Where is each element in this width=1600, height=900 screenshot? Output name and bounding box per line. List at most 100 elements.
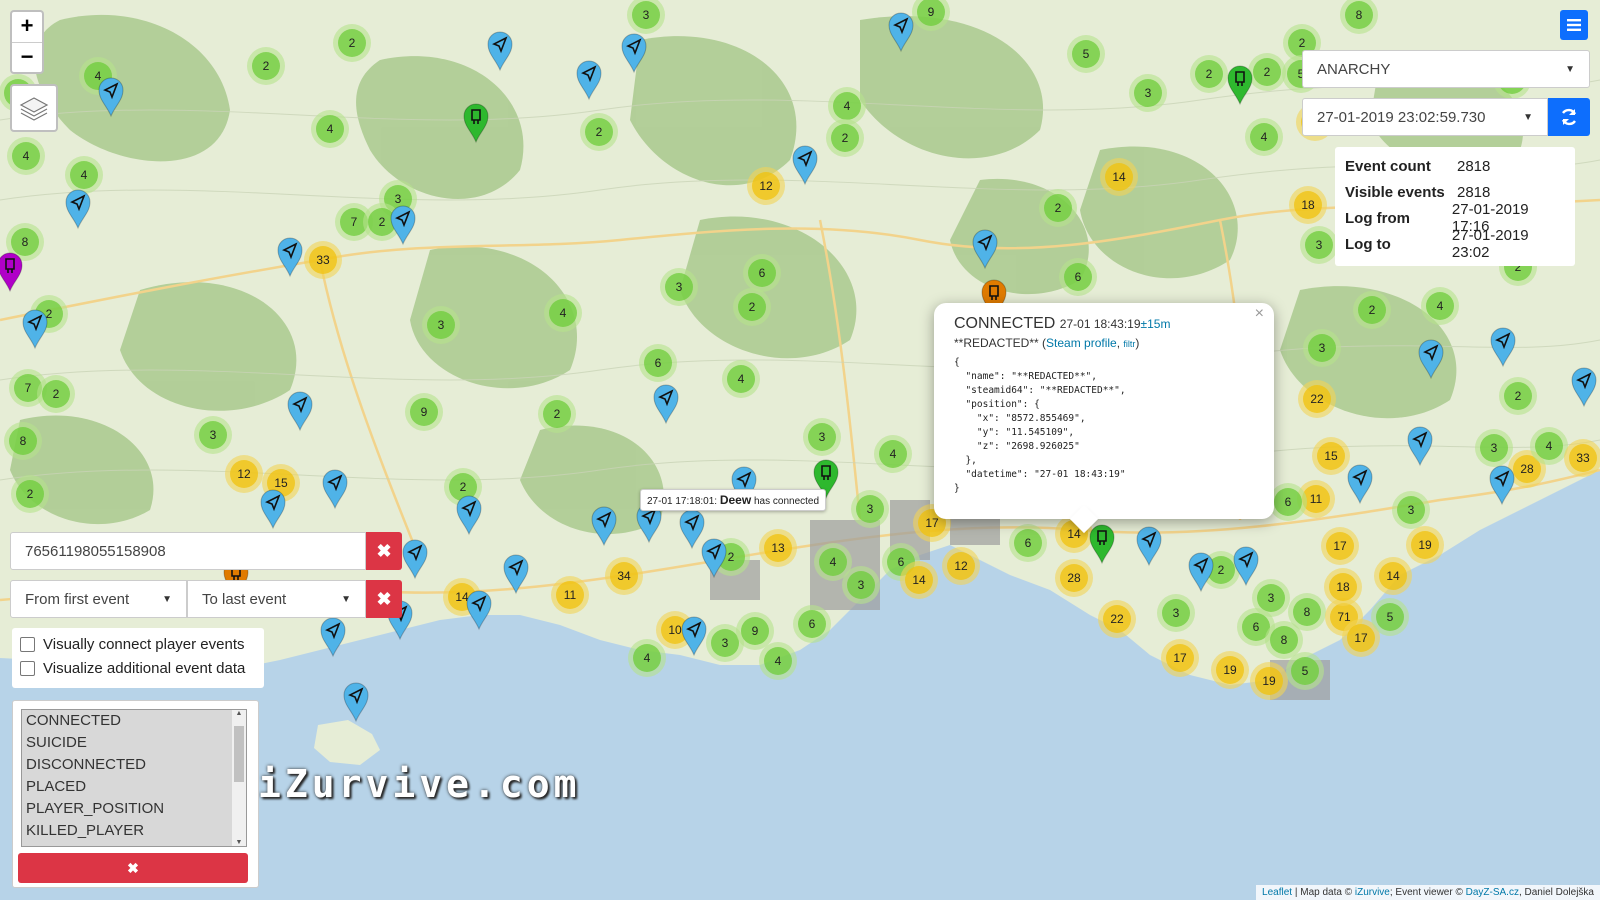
marker-cluster[interactable]: 22 [1098, 600, 1136, 638]
checkbox-box[interactable] [20, 636, 35, 652]
marker-cluster[interactable]: 4 [759, 642, 797, 680]
event-type-option[interactable]: SUICIDE [22, 732, 232, 754]
marker-cluster[interactable]: 13 [759, 529, 797, 567]
marker-cluster[interactable]: 4 [874, 435, 912, 473]
leaflet-link[interactable]: Leaflet [1262, 887, 1292, 898]
marker-cluster[interactable]: 9 [736, 612, 774, 650]
marker-cluster[interactable]: 2 [247, 47, 285, 85]
marker-cluster[interactable]: 3 [660, 268, 698, 306]
dayz-link[interactable]: DayZ-SA.cz [1466, 887, 1519, 898]
event-type-option[interactable]: KILLED_PLAYER [22, 820, 232, 842]
marker-cluster[interactable]: 28 [1055, 559, 1093, 597]
checkbox-box[interactable] [20, 660, 35, 676]
marker-cluster[interactable]: 3 [1157, 594, 1195, 632]
marker-cluster[interactable]: 4 [1245, 118, 1283, 156]
event-type-option[interactable]: PLACED [22, 776, 232, 798]
marker-cluster[interactable]: 3 [422, 306, 460, 344]
scroll-up-icon[interactable]: ▲ [232, 710, 246, 717]
steam-profile-link[interactable]: Steam profile [1046, 336, 1117, 350]
marker-cluster[interactable]: 2 [1039, 189, 1077, 227]
marker-cluster[interactable]: 6 [639, 344, 677, 382]
menu-button[interactable] [1560, 10, 1588, 40]
marker-cluster[interactable]: 3 [1303, 329, 1341, 367]
additional-data-checkbox[interactable]: Visualize additional event data [18, 656, 258, 680]
marker-cluster[interactable]: 2 [11, 475, 49, 513]
marker-cluster[interactable]: 2 [333, 24, 371, 62]
marker-cluster[interactable]: 3 [803, 418, 841, 456]
popup-close-button[interactable]: × [1255, 305, 1264, 323]
marker-cluster[interactable]: 17 [1321, 527, 1359, 565]
marker-cluster[interactable]: 6 [1009, 524, 1047, 562]
marker-cluster[interactable]: 8 [1288, 593, 1326, 631]
popup-offset-link[interactable]: ±15m [1141, 317, 1171, 331]
marker-cluster[interactable]: 5 [1371, 598, 1409, 636]
server-select[interactable]: ANARCHY ▼ [1302, 50, 1590, 88]
player-id-input[interactable]: 76561198055158908 [10, 532, 366, 570]
marker-cluster[interactable]: 4 [544, 294, 582, 332]
marker-cluster[interactable]: 14 [900, 561, 938, 599]
clear-player-button[interactable]: ✖ [366, 532, 402, 570]
marker-cluster[interactable]: 2 [733, 288, 771, 326]
marker-cluster[interactable]: 2 [37, 375, 75, 413]
marker-cluster[interactable]: 11 [551, 576, 589, 614]
connect-events-checkbox[interactable]: Visually connect player events [18, 632, 258, 656]
from-event-select[interactable]: From first event ▼ [10, 580, 187, 618]
scroll-down-icon[interactable]: ▼ [232, 839, 246, 846]
izurvive-link[interactable]: iZurvive [1355, 887, 1390, 898]
marker-cluster[interactable]: 3 [1300, 226, 1338, 264]
layers-button[interactable] [10, 84, 58, 132]
marker-cluster[interactable]: 4 [628, 639, 666, 677]
event-type-option[interactable]: DISCONNECTED [22, 754, 232, 776]
marker-cluster[interactable]: 17 [1161, 639, 1199, 677]
marker-cluster[interactable]: 6 [743, 254, 781, 292]
clear-event-types-button[interactable]: ✖ [18, 853, 248, 883]
marker-cluster[interactable]: 2 [1353, 291, 1391, 329]
marker-cluster[interactable]: 19 [1250, 662, 1288, 700]
marker-cluster[interactable]: 6 [1059, 258, 1097, 296]
marker-cluster[interactable]: 5 [1286, 652, 1324, 690]
marker-cluster[interactable]: 2 [580, 113, 618, 151]
time-select[interactable]: 27-01-2019 23:02:59.730 ▼ [1302, 98, 1548, 136]
marker-cluster[interactable]: 19 [1406, 526, 1444, 564]
event-type-option[interactable]: PLAYER_POSITION [22, 798, 232, 820]
marker-cluster[interactable]: 3 [1475, 429, 1513, 467]
marker-cluster[interactable]: 4 [722, 360, 760, 398]
zoom-in-button[interactable]: + [12, 12, 42, 42]
marker-cluster[interactable]: 12 [942, 547, 980, 585]
marker-cluster[interactable]: 3 [851, 490, 889, 528]
marker-cluster[interactable]: 3 [1392, 491, 1430, 529]
clear-range-button[interactable]: ✖ [366, 580, 402, 618]
marker-cluster[interactable]: 19 [1211, 651, 1249, 689]
marker-cluster[interactable]: 14 [1374, 557, 1412, 595]
marker-cluster[interactable]: 6 [793, 605, 831, 643]
list-scrollbar[interactable]: ▲ ▼ [232, 710, 246, 846]
zoom-out-button[interactable]: − [12, 42, 42, 73]
marker-cluster[interactable]: 3 [1129, 74, 1167, 112]
marker-cluster[interactable]: 2 [538, 395, 576, 433]
to-event-select[interactable]: To last event ▼ [187, 580, 366, 618]
marker-cluster[interactable]: 3 [842, 566, 880, 604]
marker-cluster[interactable]: 4 [1421, 287, 1459, 325]
marker-cluster[interactable]: 18 [1289, 186, 1327, 224]
marker-cluster[interactable]: 14 [1100, 158, 1138, 196]
marker-cluster[interactable]: 8 [4, 422, 42, 460]
event-type-list[interactable]: CONNECTED SUICIDE DISCONNECTED PLACED PL… [21, 709, 247, 847]
marker-cluster[interactable]: 22 [1298, 380, 1336, 418]
marker-cluster[interactable]: 3 [194, 416, 232, 454]
marker-cluster[interactable]: 2 [1248, 53, 1286, 91]
marker-cluster[interactable]: 33 [304, 241, 342, 279]
marker-cluster[interactable]: 4 [1530, 427, 1568, 465]
marker-cluster[interactable]: 34 [605, 557, 643, 595]
scroll-thumb[interactable] [234, 726, 244, 782]
marker-cluster[interactable]: 15 [1312, 437, 1350, 475]
marker-cluster[interactable]: 4 [311, 110, 349, 148]
marker-cluster[interactable]: 18 [1324, 568, 1362, 606]
refresh-button[interactable] [1548, 98, 1590, 136]
marker-cluster[interactable]: 5 [1067, 35, 1105, 73]
event-type-option[interactable]: CONNECTED [22, 710, 232, 732]
marker-cluster[interactable]: 12 [225, 455, 263, 493]
marker-cluster[interactable]: 2 [1499, 377, 1537, 415]
marker-cluster[interactable]: 4 [65, 156, 103, 194]
filter-link[interactable]: filtr [1123, 339, 1135, 349]
marker-cluster[interactable]: 2 [826, 119, 864, 157]
